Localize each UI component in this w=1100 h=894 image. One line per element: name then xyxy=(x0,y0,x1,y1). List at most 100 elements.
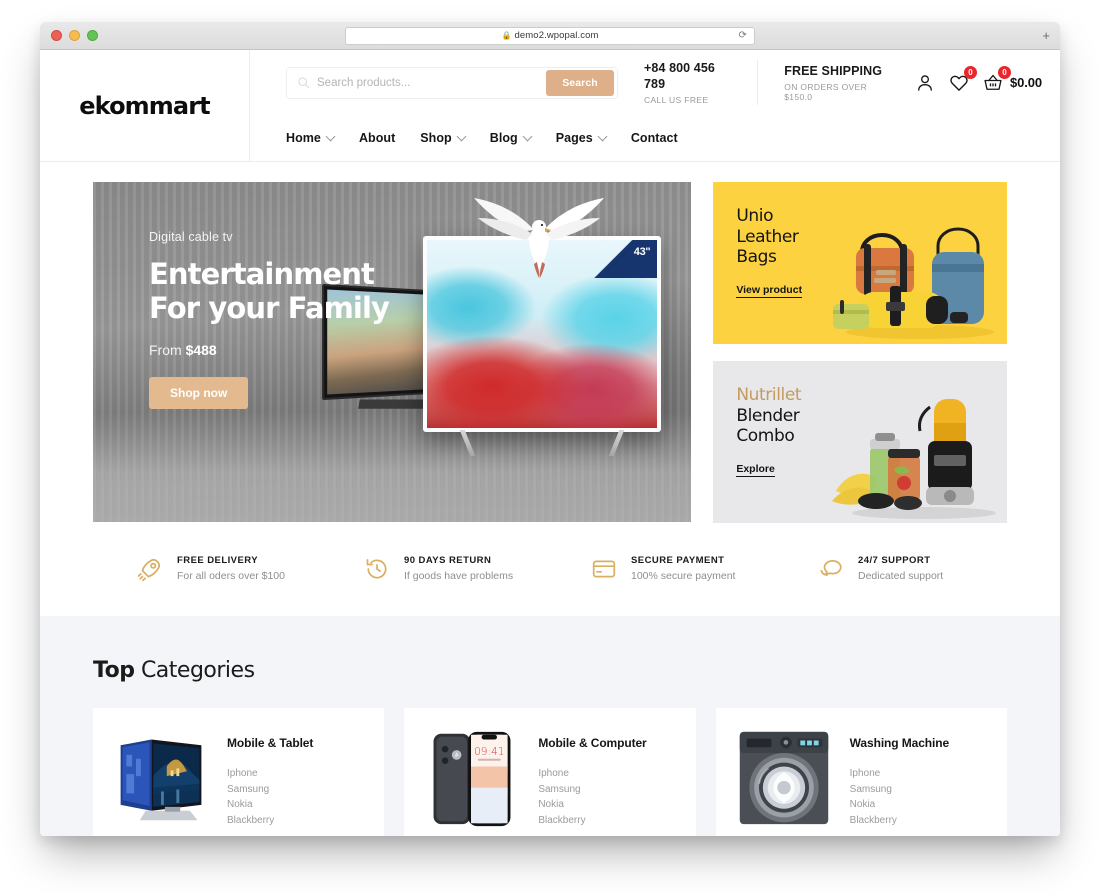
reload-icon[interactable]: ⟳ xyxy=(739,30,747,41)
category-brand-list: Iphone Samsung Nokia Blackberry xyxy=(850,766,949,828)
nav-item-home[interactable]: Home xyxy=(286,131,336,146)
promo-blender-text: Nutrillet Blender Combo Explore xyxy=(713,361,843,478)
nav-label-contact: Contact xyxy=(630,131,678,146)
category-card-mobile-computer[interactable]: 09:41 Mobile & Computer Iphone Samsung N… xyxy=(404,708,696,836)
category-brand[interactable]: Iphone xyxy=(538,766,646,782)
category-info: Mobile & Computer Iphone Samsung Nokia B… xyxy=(528,726,646,828)
tv-size-badge: 43" xyxy=(593,240,658,278)
nav-item-pages[interactable]: Pages xyxy=(556,131,608,145)
search-bar[interactable]: Search xyxy=(286,66,618,99)
lock-icon: 🔒 xyxy=(501,31,512,40)
hero-banner[interactable]: Digital cable tv Entertainment For your … xyxy=(93,182,692,522)
tv-thumb-icon xyxy=(120,739,202,821)
feature-support-text: 24/7 SUPPORT Dedicated support xyxy=(858,555,943,582)
category-thumb xyxy=(728,726,840,830)
nav-item-contact[interactable]: Contact xyxy=(631,131,678,145)
promo-card-bags[interactable]: Unio Leather Bags View product xyxy=(713,182,1007,344)
category-thumb xyxy=(105,726,217,830)
category-brand[interactable]: Samsung xyxy=(850,782,949,798)
feature-title: 90 DAYS RETURN xyxy=(404,555,492,566)
nav-item-shop[interactable]: Shop xyxy=(420,131,467,146)
category-brand[interactable]: Nokia xyxy=(227,797,313,813)
cart-button[interactable]: 0 xyxy=(983,66,1011,93)
tv-leg-left xyxy=(460,430,476,456)
credit-card-icon xyxy=(592,560,616,578)
site-logo[interactable]: ekommart xyxy=(79,92,210,120)
category-brand[interactable]: Samsung xyxy=(538,782,646,798)
promo-bags-line2: Leather xyxy=(736,226,799,247)
section-title-bold: Top xyxy=(93,658,135,684)
feature-title: FREE DELIVERY xyxy=(177,555,258,566)
header-utility-row: Search +84 800 456 789 CALL US FREE FREE… xyxy=(250,50,1060,115)
new-tab-button[interactable]: + xyxy=(1042,29,1050,42)
promo-bags-link[interactable]: View product xyxy=(736,284,803,299)
close-window-button[interactable] xyxy=(51,30,62,41)
category-brand[interactable]: Samsung xyxy=(227,782,313,798)
feature-subtitle: 100% secure payment xyxy=(631,570,736,583)
browser-titlebar: 🔒 demo2.wpopal.com ⟳ + xyxy=(40,22,1060,50)
nav-label-about: About xyxy=(358,131,396,146)
promo-blender-link[interactable]: Explore xyxy=(736,463,775,478)
chat-bubbles-icon xyxy=(820,559,842,576)
phone-number: +84 800 456 789 xyxy=(644,60,715,92)
category-brand[interactable]: Blackberry xyxy=(850,813,949,829)
wishlist-button[interactable]: 0 xyxy=(949,66,977,93)
blender-combo-image xyxy=(832,399,996,519)
search-icon xyxy=(298,77,310,89)
hero-copy: Digital cable tv Entertainment For your … xyxy=(93,182,423,410)
features-strip: FREE DELIVERY For all oders over $100 90… xyxy=(40,523,1060,617)
feature-free-delivery: FREE DELIVERY For all oders over $100 xyxy=(93,555,326,582)
section-title: Top Categories xyxy=(93,658,1007,683)
category-brand[interactable]: Iphone xyxy=(227,766,313,782)
nav-item-about[interactable]: About xyxy=(359,131,395,145)
category-brand[interactable]: Nokia xyxy=(850,797,949,813)
search-button[interactable]: Search xyxy=(546,69,614,96)
washing-machine-thumb-icon xyxy=(739,732,828,825)
category-brand-list: Iphone Samsung Nokia Blackberry xyxy=(538,766,646,828)
chevron-down-icon xyxy=(522,131,533,142)
shipping-caption: ON ORDERS OVER $150.0 xyxy=(784,82,868,103)
category-name: Washing Machine xyxy=(849,736,950,751)
category-thumb: 09:41 xyxy=(416,726,528,830)
header-right: Search +84 800 456 789 CALL US FREE FREE… xyxy=(250,50,1060,161)
hero-price: From $488 xyxy=(149,342,423,358)
cart-total: $0.00 xyxy=(1009,75,1042,91)
tv-primary-screen: 43" xyxy=(427,240,658,428)
tv-leg-right xyxy=(609,430,625,456)
category-card-washing-machine[interactable]: Washing Machine Iphone Samsung Nokia Bla… xyxy=(715,708,1007,836)
address-bar-url: demo2.wpopal.com xyxy=(514,30,599,41)
category-name: Mobile & Computer xyxy=(538,736,647,751)
hero-price-value: $488 xyxy=(185,342,217,359)
window-traffic-lights xyxy=(51,30,98,41)
nav-label-blog: Blog xyxy=(489,131,518,146)
rocket-icon xyxy=(137,558,161,581)
nav-label-home: Home xyxy=(286,131,321,146)
maximize-window-button[interactable] xyxy=(87,30,98,41)
cart-group[interactable]: 0 $0.00 xyxy=(983,66,1042,93)
account-button[interactable] xyxy=(915,72,936,93)
phone-caption: CALL US FREE xyxy=(644,95,709,106)
hero-title-line1: Entertainment xyxy=(149,257,375,291)
nav-label-shop: Shop xyxy=(420,131,452,146)
leather-bags-image xyxy=(833,227,994,339)
nav-item-blog[interactable]: Blog xyxy=(489,131,533,146)
feature-secure-payment-text: SECURE PAYMENT 100% secure payment xyxy=(631,555,735,582)
category-brand-list: Iphone Samsung Nokia Blackberry xyxy=(227,766,313,828)
feature-subtitle: Dedicated support xyxy=(858,570,944,583)
minimize-window-button[interactable] xyxy=(69,30,80,41)
svg-text:09:41: 09:41 xyxy=(474,746,504,758)
feature-free-delivery-text: FREE DELIVERY For all oders over $100 xyxy=(177,555,285,582)
category-brand[interactable]: Blackberry xyxy=(227,813,313,829)
category-brand[interactable]: Blackberry xyxy=(538,813,646,829)
category-brand[interactable]: Iphone xyxy=(850,766,949,782)
hero-eyebrow: Digital cable tv xyxy=(149,230,233,244)
address-bar[interactable]: 🔒 demo2.wpopal.com ⟳ xyxy=(345,26,755,45)
category-brand[interactable]: Nokia xyxy=(538,797,646,813)
shop-now-button[interactable]: Shop now xyxy=(149,377,249,410)
user-icon xyxy=(918,74,933,91)
feature-secure-payment: SECURE PAYMENT 100% secure payment xyxy=(553,555,780,582)
category-card-mobile-tablet[interactable]: Mobile & Tablet Iphone Samsung Nokia Bla… xyxy=(93,708,385,836)
wishlist-count-badge: 0 xyxy=(963,66,977,80)
search-input[interactable] xyxy=(310,76,546,89)
promo-card-blender[interactable]: Nutrillet Blender Combo Explore xyxy=(713,361,1007,523)
